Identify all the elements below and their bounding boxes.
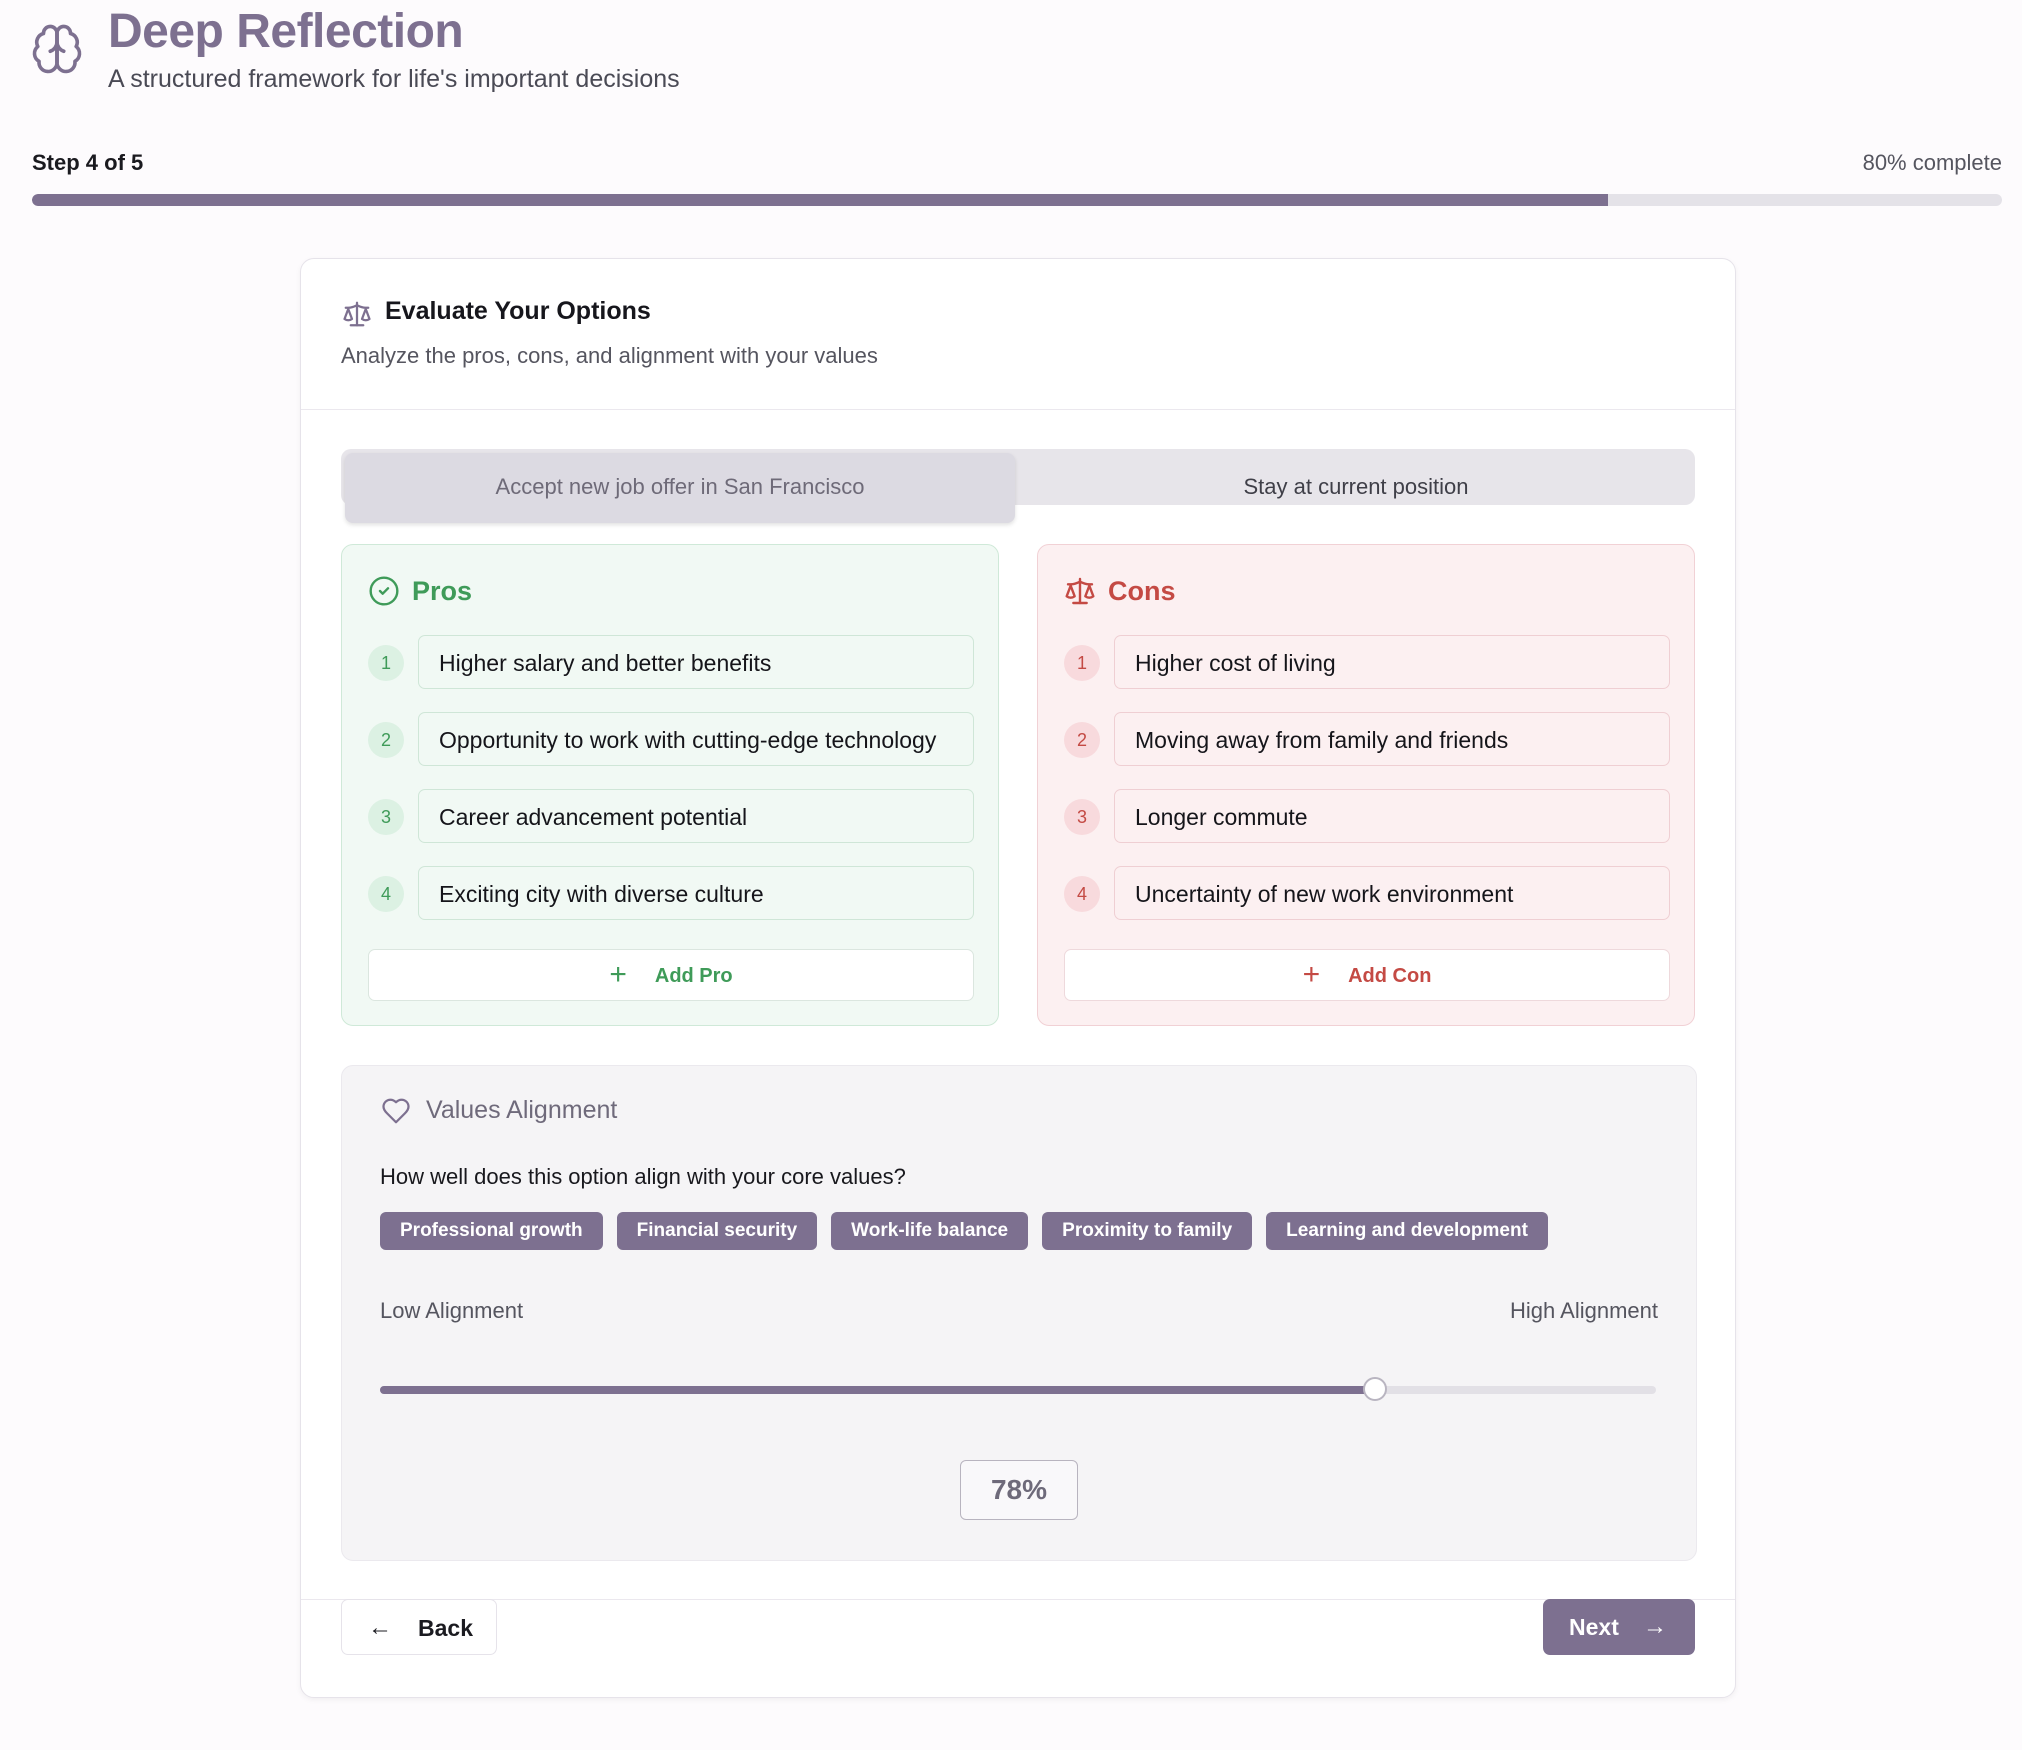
pro-number: 2 <box>368 722 404 758</box>
low-alignment-label: Low Alignment <box>380 1298 524 1323</box>
con-input[interactable]: Moving away from family and friends <box>1114 712 1670 766</box>
arrow-right-icon: → <box>1643 1613 1667 1640</box>
value-chips: Professional growth Financial security W… <box>380 1212 1548 1250</box>
con-number: 3 <box>1064 799 1100 835</box>
heart-icon <box>380 1096 412 1126</box>
alignment-percent: 78% <box>960 1460 1078 1520</box>
values-question: How well does this option align with you… <box>380 1164 906 1189</box>
card-subtitle: Analyze the pros, cons, and alignment wi… <box>341 343 878 368</box>
cons-panel: Cons 1 Higher cost of living 2 Moving aw… <box>1037 544 1695 1026</box>
add-con-button[interactable]: + Add Con <box>1064 949 1670 1001</box>
back-label: Back <box>418 1615 473 1641</box>
brain-icon <box>30 22 84 76</box>
app-title: Deep Reflection <box>108 5 464 58</box>
value-chip[interactable]: Financial security <box>616 1212 818 1250</box>
scale-icon <box>1064 575 1096 607</box>
add-con-label: Add Con <box>1348 965 1432 987</box>
alignment-slider-thumb[interactable] <box>1363 1377 1388 1401</box>
alignment-slider[interactable] <box>380 1377 1656 1401</box>
tab-option-1[interactable]: Accept new job offer in San Francisco <box>345 453 1015 523</box>
plus-icon: + <box>609 958 627 991</box>
value-chip[interactable]: Professional growth <box>380 1212 603 1250</box>
options-card: Evaluate Your Options Analyze the pros, … <box>300 258 1736 1698</box>
alignment-slider-fill <box>380 1386 1376 1394</box>
value-chip[interactable]: Proximity to family <box>1042 1212 1253 1250</box>
step-label: Step 4 of 5 <box>32 150 144 175</box>
tab-option-2[interactable]: Stay at current position <box>1021 453 1691 505</box>
pro-number: 4 <box>368 876 404 912</box>
value-chip[interactable]: Learning and development <box>1266 1212 1548 1250</box>
option-tabs: Accept new job offer in San Francisco St… <box>341 449 1695 523</box>
pro-input[interactable]: Higher salary and better benefits <box>418 635 974 689</box>
check-circle-icon <box>368 575 400 607</box>
pro-number: 3 <box>368 799 404 835</box>
con-number: 2 <box>1064 722 1100 758</box>
app-subtitle: A structured framework for life's import… <box>108 65 680 93</box>
divider <box>301 1599 1735 1600</box>
add-pro-button[interactable]: + Add Pro <box>368 949 974 1001</box>
high-alignment-label: High Alignment <box>1510 1298 1658 1323</box>
add-pro-label: Add Pro <box>654 965 733 987</box>
progress-bar <box>32 194 2002 206</box>
pros-panel: Pros 1 Higher salary and better benefits… <box>341 544 999 1026</box>
divider <box>301 409 1735 410</box>
next-label: Next <box>1569 1614 1619 1640</box>
con-input[interactable]: Higher cost of living <box>1114 635 1670 689</box>
con-number: 4 <box>1064 876 1100 912</box>
values-alignment-section: Values Alignment How well does this opti… <box>341 1065 1697 1561</box>
next-button[interactable]: Next → <box>1543 1599 1695 1655</box>
cons-title: Cons <box>1108 576 1176 606</box>
value-chip[interactable]: Work-life balance <box>831 1212 1029 1250</box>
card-title: Evaluate Your Options <box>385 297 651 325</box>
arrow-left-icon: ← <box>368 1614 392 1641</box>
pros-title: Pros <box>412 576 473 606</box>
scale-icon <box>341 299 373 329</box>
progress-bar-fill <box>32 194 1608 206</box>
progress-percent: 80% complete <box>1862 150 2002 175</box>
plus-icon: + <box>1302 958 1321 991</box>
back-button[interactable]: ← Back <box>341 1599 497 1655</box>
values-title: Values Alignment <box>426 1096 618 1124</box>
con-input[interactable]: Uncertainty of new work environment <box>1114 866 1670 920</box>
con-number: 1 <box>1064 645 1100 681</box>
pro-input[interactable]: Opportunity to work with cutting-edge te… <box>418 712 974 766</box>
pro-input[interactable]: Exciting city with diverse culture <box>418 866 974 920</box>
pro-input[interactable]: Career advancement potential <box>418 789 974 843</box>
pro-number: 1 <box>368 645 404 681</box>
con-input[interactable]: Longer commute <box>1114 789 1670 843</box>
